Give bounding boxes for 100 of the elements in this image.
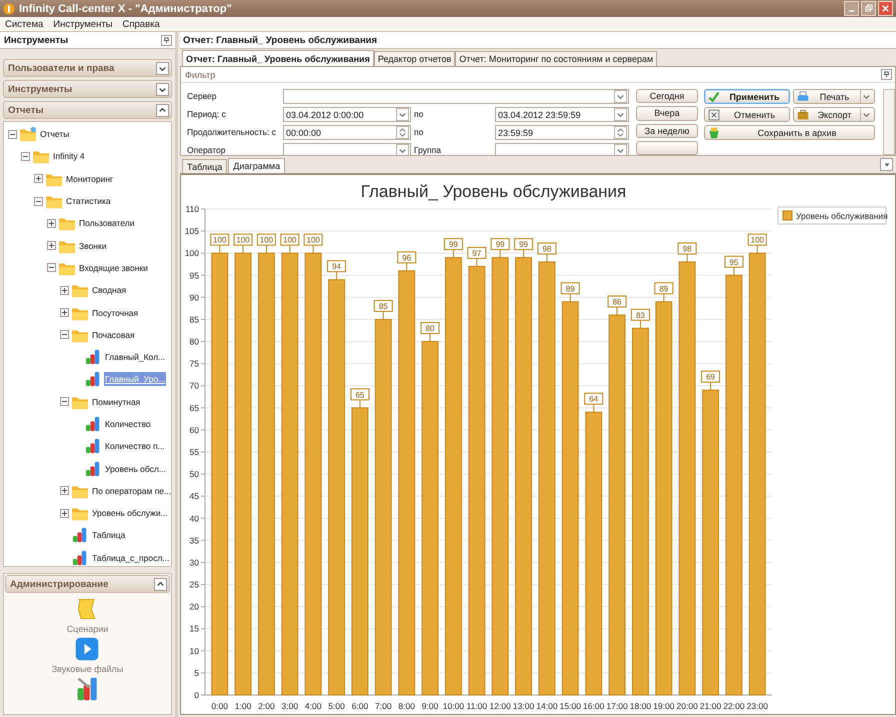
input-field[interactable] [283,89,629,104]
archive-button[interactable]: Сохранить в архив [704,125,875,140]
chevron-icon[interactable] [156,82,169,96]
expander-icon[interactable] [8,130,17,139]
section-header[interactable]: Пользователи и права [3,59,172,77]
tree-item[interactable]: Сводная [91,283,128,298]
tree-item[interactable]: Статистика [65,194,112,208]
data-label: 89 [659,284,669,294]
tree-item[interactable]: Мониторинг [65,172,114,186]
tree-item[interactable]: Пользователи [78,216,136,230]
data-label: 100 [283,236,298,245]
play-icon[interactable] [74,636,100,662]
folder-icon [19,126,37,142]
dropdown-icon[interactable] [396,108,409,121]
axis-tick-label: 85 [190,314,199,324]
tree-item[interactable]: Количество [104,417,152,431]
dropdown-icon[interactable] [396,144,409,155]
expander-icon[interactable] [47,218,56,228]
export-button[interactable]: Экспорт [793,107,875,122]
chevron-icon[interactable] [156,62,169,74]
dropdown-icon[interactable] [860,108,871,121]
data-label: 86 [612,298,622,307]
axis-tick-label: 105 [184,226,199,236]
admin-item-label[interactable]: Сценарии [66,624,108,634]
tree-item[interactable]: Звонки [78,238,108,253]
menu-item[interactable]: Инструменты [53,18,113,30]
axis-tick-label: 20:00 [676,701,698,711]
input-field[interactable] [495,143,629,155]
chevron-icon[interactable] [154,578,167,590]
data-label: 97 [467,246,486,259]
input-field[interactable]: 03.04.2012 0:00:00 [283,107,411,122]
tab[interactable]: Отчет: Главный_ Уровень обслуживания [182,50,374,66]
axis-tick-label: 30 [190,557,199,568]
tab[interactable]: Диаграмма [228,158,286,173]
cancel-button[interactable]: Отменить [704,107,790,122]
chevron-icon[interactable] [156,104,169,116]
axis-tick-label: 6:00 [352,701,368,711]
input-field[interactable] [283,143,411,155]
admin-item-label[interactable]: Звуковые файлы [52,664,124,674]
bar-chart-icon [84,371,102,388]
dropdown-icon[interactable] [880,158,893,171]
pin-icon[interactable] [881,69,892,80]
dropdown-icon[interactable] [614,90,627,103]
expander-icon[interactable] [21,152,30,161]
expander-icon[interactable] [60,308,69,318]
expander-icon[interactable] [60,330,69,340]
window-title: Infinity Call-center X - "Администратор" [19,2,232,14]
close-button[interactable] [878,1,893,16]
spinner-icon[interactable] [614,126,627,139]
tree-item[interactable]: По операторам пе... [91,484,171,498]
expander-icon[interactable] [60,508,69,518]
dropdown-icon[interactable] [614,108,627,121]
print-button[interactable]: Печать [793,89,875,104]
tree-item[interactable]: Уровень обсл... [104,462,167,476]
tree-item[interactable]: Infinity 4 [52,149,86,164]
tree-item[interactable]: Входящие звонки [78,260,149,275]
tree-item[interactable]: Уровень обслужи... [91,506,169,520]
axis-tick-label: 1:00 [234,701,252,711]
tab[interactable]: Редактор отчетов [374,51,456,66]
tree-item[interactable]: Почасовая [91,328,136,342]
expander-icon[interactable] [34,196,43,206]
pin-icon[interactable] [161,34,172,46]
input-field[interactable]: 03.04.2012 23:59:59 [495,107,629,122]
period-button[interactable]: За неделю [636,124,698,138]
expander-icon[interactable] [60,397,69,406]
tree-item[interactable]: Таблица [91,528,126,542]
tree-item[interactable]: Таблица_с_просл... [91,550,170,565]
section-header[interactable]: Администрирование [5,575,170,593]
menu-item[interactable]: Система [5,18,44,30]
period-button[interactable]: Сегодня [636,89,698,104]
dropdown-icon[interactable] [860,90,871,103]
axis-tick-label: 10 [190,646,199,656]
input-field[interactable]: 00:00:00 [283,125,411,140]
dropdown-icon[interactable] [614,144,627,155]
tree-item[interactable]: Отчеты [39,127,70,142]
expander-icon[interactable] [34,174,43,184]
tree-item[interactable]: Главный_Кол... [104,350,166,364]
expander-icon[interactable] [60,286,69,295]
data-label: 100 [748,234,767,246]
tree-item[interactable]: Поминутная [91,394,142,409]
tab[interactable]: Таблица [182,159,228,173]
axis-tick-label: 100 [184,248,199,258]
tree-item[interactable]: Посуточная [91,306,140,320]
menu-item[interactable]: Справка [122,18,160,30]
tree-item[interactable]: Количество п... [104,439,166,454]
expander-icon[interactable] [47,241,56,250]
spinner-icon[interactable] [396,126,409,139]
period-button[interactable]: Вчера [636,106,698,120]
apply-button[interactable]: Применить [704,89,790,104]
scrollbar[interactable] [883,89,895,155]
tab[interactable]: Отчет: Мониторинг по состояниям и серверам [455,51,658,66]
data-label: 100 [306,236,320,245]
expander-icon[interactable] [47,263,56,272]
section-header[interactable]: Отчеты [3,101,172,119]
axis-tick-label: 80 [190,336,199,347]
input-field[interactable]: 23:59:59 [495,125,629,140]
section-header[interactable]: Инструменты [3,80,172,98]
app-icon [3,2,15,14]
data-label: 96 [397,251,416,264]
expander-icon[interactable] [60,486,69,496]
